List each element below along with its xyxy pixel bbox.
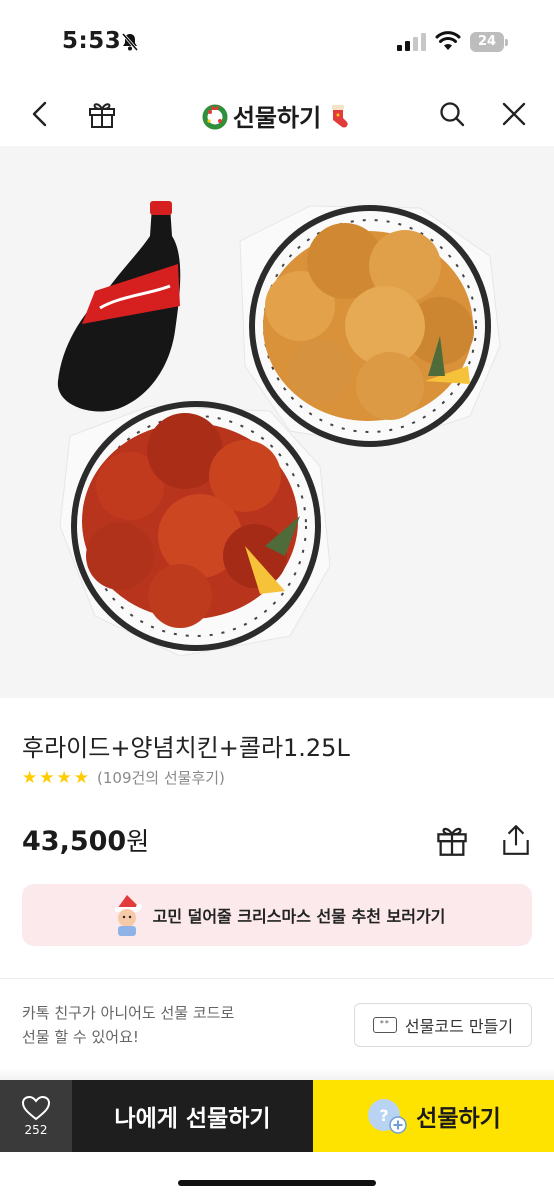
gift-icon [437,827,467,856]
wreath-icon [202,104,228,129]
battery-level: 24 [470,32,504,52]
spicy-chicken-basket [59,401,331,657]
gift-code-note-line2: 선물 할 수 있어요! [22,1028,139,1046]
status-time: 5:53 [62,28,122,54]
add-friend-icon: ? [368,1099,407,1134]
share-button[interactable] [498,822,534,858]
home-indicator-area [0,1152,554,1200]
gift-code-icon: ** [372,1017,397,1033]
header: 선물하기 [0,84,554,146]
price-currency: 원 [126,827,150,856]
create-gift-code-button[interactable]: ** 선물코드 만들기 [354,1003,532,1047]
gift-code-note-line1: 카톡 친구가 아니어도 선물 코드로 [22,1004,235,1022]
battery-icon: 24 [470,32,508,52]
product-image [0,146,554,698]
bottom-shadow [0,1068,554,1080]
star-icon: ★ [39,767,55,788]
christmas-promo-banner[interactable]: 고민 덜어줄 크리스마스 선물 추천 보러가기 [22,884,532,946]
price: 43,500원 [22,822,149,858]
search-button[interactable] [434,96,470,132]
send-gift-button[interactable]: ? 선물하기 [313,1080,554,1152]
product-name: 후라이드+양념치킨+콜라1.25L [22,734,350,762]
bell-slash-icon [121,33,139,51]
gift-to-self-button[interactable]: 나에게 선물하기 [72,1080,313,1152]
heart-icon [21,1095,51,1121]
close-button[interactable] [496,96,532,132]
review-count[interactable]: (109건의 선물후기) [97,767,225,788]
page-title: 선물하기 [0,98,554,133]
like-button[interactable]: 252 [0,1080,72,1152]
bottom-action-bar: 252 나에게 선물하기 ? 선물하기 [0,1080,554,1152]
wishlist-gift-button[interactable] [434,822,470,858]
create-gift-code-label: 선물코드 만들기 [404,1017,514,1036]
cola-bottle [57,201,181,412]
search-icon [440,102,465,127]
product-photo-illustration [57,201,501,657]
star-icon: ★ [22,767,38,788]
share-icon [503,825,529,855]
gift-code-note: 카톡 친구가 아니어도 선물 코드로 선물 할 수 있어요! [22,1001,234,1049]
wifi-icon [435,31,461,50]
star-icon: ★ [73,767,89,788]
promo-text: 고민 덜어줄 크리스마스 선물 추천 보러가기 [152,907,446,926]
section-divider [0,978,554,979]
home-indicator[interactable] [178,1180,376,1186]
fried-chicken-basket [239,205,501,447]
santa-character-icon [114,895,142,936]
close-icon [502,102,526,126]
status-bar: 5:53 24 [0,0,554,84]
page-title-text: 선물하기 [232,104,322,132]
gift-to-self-label: 나에게 선물하기 [114,1106,271,1132]
like-count: 252 [24,1123,48,1137]
stocking-icon [332,104,348,128]
rating[interactable]: ★ ★ ★ ★ (109건의 선물후기) [22,767,225,788]
send-gift-label: 선물하기 [416,1106,501,1132]
signal-icon [397,33,426,51]
svg-text:?: ? [380,1106,389,1125]
price-value: 43,500 [22,826,127,857]
star-icon: ★ [56,767,72,788]
